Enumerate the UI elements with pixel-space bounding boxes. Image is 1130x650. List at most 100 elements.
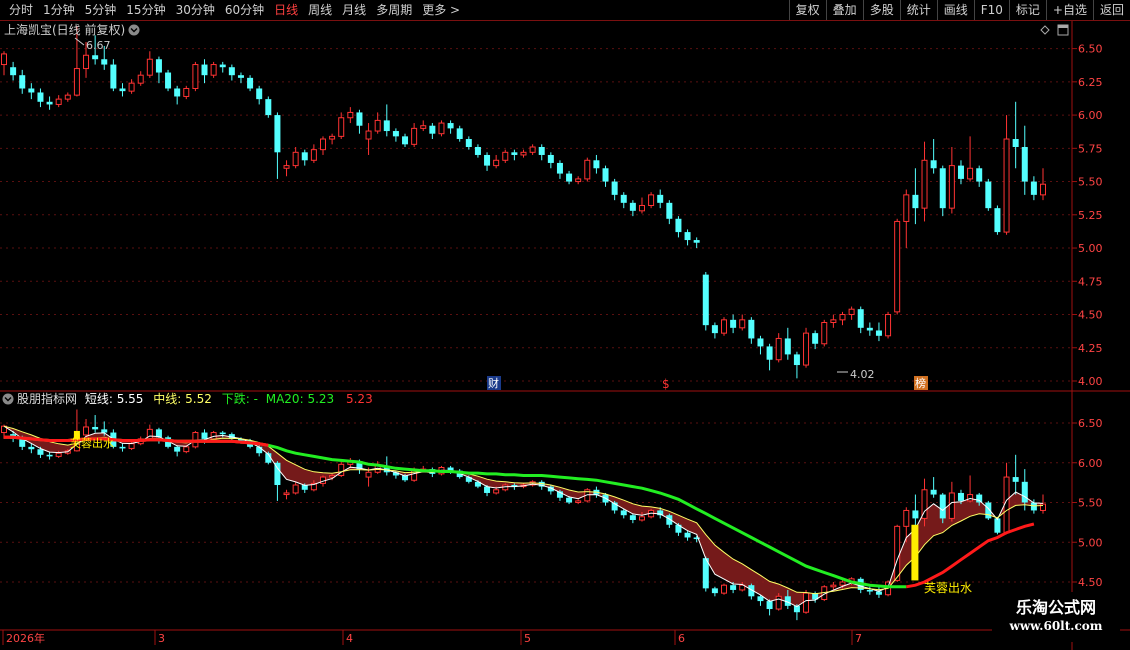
short-line [3, 425, 1044, 608]
main-candle [638, 197, 645, 214]
main-candle [757, 335, 764, 355]
main-candle [584, 157, 591, 182]
indicator-candle [766, 599, 773, 616]
action-button[interactable]: +自选 [1045, 0, 1093, 20]
main-candle [28, 83, 35, 100]
action-button[interactable]: 标记 [1008, 0, 1046, 20]
main-candle [793, 351, 800, 379]
main-candle [903, 189, 910, 249]
indicator-price-tick: 5.50 [1078, 497, 1103, 510]
tab-period[interactable]: 30分钟 [171, 2, 220, 18]
chevron-down-icon[interactable] [2, 393, 14, 405]
main-candle [10, 61, 17, 81]
mid-value: 5.52 [185, 392, 212, 406]
watermark-title: 乐淘公式网 [1015, 598, 1096, 617]
tab-period[interactable]: 多周期 [371, 2, 417, 18]
event-finance[interactable]: 财 [487, 376, 501, 390]
main-candle [830, 314, 837, 328]
chevron-down-icon[interactable] [128, 24, 140, 36]
tab-period[interactable]: 1分钟 [38, 2, 80, 18]
tab-period[interactable]: 60分钟 [220, 2, 269, 18]
main-title: 上海凯宝(日线 前复权) [4, 22, 125, 37]
main-candle [957, 160, 964, 185]
grid-lines [0, 48, 1072, 583]
main-candle [967, 136, 974, 182]
price-tick: 5.50 [1078, 176, 1103, 189]
action-button[interactable]: 多股 [862, 0, 900, 20]
svg-text:$: $ [662, 377, 670, 391]
main-candle [274, 112, 281, 179]
tab-period-active[interactable]: 日线 [269, 2, 303, 18]
main-candle [19, 69, 26, 94]
price-tick: 5.00 [1078, 242, 1103, 255]
main-candles[interactable] [1, 26, 1046, 379]
main-candle [894, 218, 901, 315]
main-candle [64, 92, 71, 102]
indicator-candle [748, 583, 755, 600]
action-button[interactable]: 画线 [936, 0, 974, 20]
tab-period[interactable]: 5分钟 [80, 2, 122, 18]
event-ranking[interactable]: 榜 [914, 376, 928, 390]
diamond-icon[interactable] [1040, 25, 1050, 35]
main-candle [411, 123, 418, 147]
main-candle [912, 168, 919, 225]
indicator-candle [575, 499, 582, 505]
indicator-price-tick: 4.50 [1078, 576, 1103, 589]
main-candle [265, 96, 272, 118]
action-button[interactable]: 叠加 [825, 0, 863, 20]
tab-period[interactable]: 分时 [4, 2, 38, 18]
price-tick: 5.75 [1078, 142, 1103, 155]
main-candle [575, 176, 582, 185]
main-candle [930, 139, 937, 174]
indicator-candle [948, 481, 955, 522]
main-candle [402, 133, 409, 147]
main-candle [803, 327, 810, 368]
indicator-candle [119, 443, 126, 452]
tab-more[interactable]: 更多 > [417, 2, 465, 18]
high-marker: 6.67 [86, 39, 111, 52]
tab-period[interactable]: 周线 [303, 2, 337, 18]
action-button[interactable]: 返回 [1092, 0, 1130, 20]
short-value: 5.55 [117, 392, 144, 406]
main-candle [165, 69, 172, 92]
main-candle [292, 146, 299, 169]
main-candle [301, 149, 308, 166]
price-axes: 6.50 6.25 6.00 5.75 5.50 5.25 5.00 4.75 4.50 4.25… [1072, 43, 1103, 589]
kline-chart[interactable]: 上海凯宝(日线 前复权) 6.67 4.02 财 $ 榜 股朋指标网 短线: 5… [0, 21, 1130, 650]
window-toggle-icon[interactable] [1057, 24, 1069, 36]
main-candle [1021, 125, 1028, 195]
main-candle [766, 343, 773, 371]
action-button[interactable]: 统计 [899, 0, 937, 20]
main-candle [46, 96, 53, 110]
price-tick: 6.00 [1078, 109, 1103, 122]
action-button[interactable]: 复权 [788, 0, 826, 20]
main-candle [1030, 176, 1037, 201]
date-tick: 5 [524, 632, 531, 645]
indicator-candle [894, 524, 901, 582]
main-candle [875, 322, 882, 342]
indicator-candle [46, 451, 53, 460]
event-dividend[interactable]: $ [662, 377, 670, 391]
action-button[interactable]: F10 [973, 0, 1009, 20]
main-candle [939, 165, 946, 217]
price-tick: 6.25 [1078, 76, 1103, 89]
indicator-candle [711, 586, 718, 597]
main-candle [921, 141, 928, 222]
tab-period[interactable]: 月线 [337, 2, 371, 18]
price-tick: 4.25 [1078, 342, 1103, 355]
chart-labels: 上海凯宝(日线 前复权) 6.67 4.02 财 $ 榜 股朋指标网 短线: 5… [2, 22, 1069, 595]
indicator-candle [684, 531, 691, 541]
indicator-candle [830, 582, 837, 590]
main-candle [192, 61, 199, 92]
main-candle [201, 59, 208, 84]
svg-text:榜: 榜 [915, 376, 926, 390]
tab-period[interactable]: 15分钟 [121, 2, 170, 18]
date-tick: 7 [855, 632, 862, 645]
main-candle [392, 128, 399, 142]
indicator-candle [338, 461, 345, 478]
short-label: 短线: [85, 392, 113, 406]
price-tick: 4.50 [1078, 309, 1103, 322]
main-candle [283, 160, 290, 177]
main-candle [55, 95, 62, 108]
main-candle [885, 311, 892, 339]
